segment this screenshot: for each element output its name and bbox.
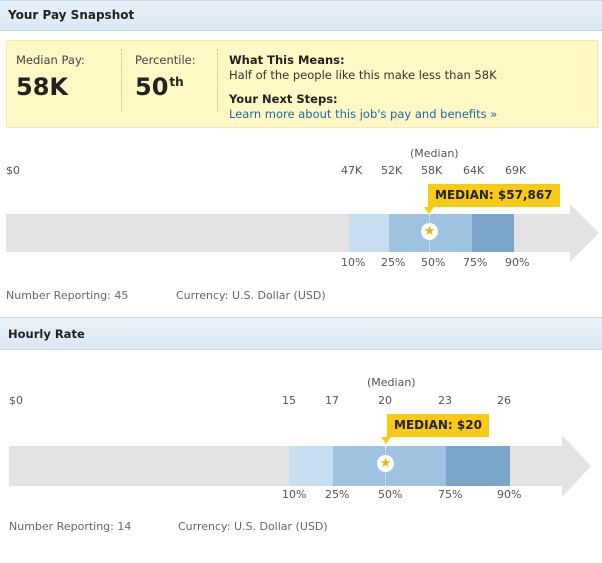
median-star-icon: ★ [377, 455, 394, 472]
range-value-p75: 23 [438, 394, 452, 407]
pay-snapshot-title: Your Pay Snapshot [8, 8, 135, 22]
hourly-rate-header: Hourly Rate [0, 317, 602, 350]
percentile-tick-75: 75% [438, 488, 463, 501]
number-reporting: Number Reporting: 45 [6, 289, 129, 302]
median-pay-label: Median Pay: [16, 53, 85, 67]
band-p75-p90 [446, 446, 510, 486]
median-callout-pointer [381, 437, 391, 444]
percentile-tick-75: 75% [463, 256, 488, 269]
range-value-p50: 20 [378, 394, 392, 407]
percentile-tick-25: 25% [381, 256, 406, 269]
percentile-tick-90: 90% [505, 256, 530, 269]
range-bar-arrowhead [562, 435, 591, 497]
pay-snapshot-summary: Median Pay: 58K Percentile: 50th What Th… [6, 40, 598, 128]
number-reporting: Number Reporting: 14 [9, 520, 132, 533]
range-value-p90: 69K [505, 164, 527, 177]
range-value-p90: 26 [497, 394, 511, 407]
percentile-tick-10: 10% [341, 256, 366, 269]
currency-label: Currency: U.S. Dollar (USD) [176, 289, 326, 302]
median-callout: MEDIAN: $20 [387, 414, 489, 437]
axis-zero-label: $0 [9, 394, 23, 407]
learn-more-link[interactable]: Learn more about this job's pay and bene… [229, 107, 497, 121]
median-star-icon: ★ [421, 223, 438, 240]
percentile-tick-50: 50% [378, 488, 403, 501]
percentile-tick-10: 10% [282, 488, 307, 501]
summary-divider [121, 49, 122, 111]
summary-divider [217, 49, 218, 111]
percentile-label: Percentile: [135, 53, 196, 67]
range-value-p10: 47K [341, 164, 363, 177]
band-p75-p90 [472, 214, 514, 252]
median-callout-pointer [424, 207, 434, 214]
what-this-means-title: What This Means: [229, 53, 345, 67]
band-p10-p25 [349, 214, 389, 252]
next-steps-title: Your Next Steps: [229, 92, 338, 106]
what-this-means-text: Half of the people like this make less t… [229, 68, 497, 82]
median-caption: (Median) [367, 376, 416, 389]
percentile-tick-90: 90% [497, 488, 522, 501]
percentile-tick-25: 25% [325, 488, 350, 501]
axis-zero-label: $0 [6, 164, 20, 177]
range-value-p50: 58K [421, 164, 443, 177]
median-callout: MEDIAN: $57,867 [428, 184, 560, 207]
pay-snapshot-header: Your Pay Snapshot [0, 0, 602, 31]
band-p10-p25 [289, 446, 333, 486]
range-bar-arrowhead [570, 204, 599, 262]
median-pay-value: 58K [16, 73, 68, 101]
hourly-rate-title: Hourly Rate [8, 327, 85, 341]
median-caption: (Median) [410, 147, 459, 160]
currency-label: Currency: U.S. Dollar (USD) [178, 520, 328, 533]
percentile-value: 50th [135, 73, 184, 101]
range-value-p25: 17 [325, 394, 339, 407]
percentile-tick-50: 50% [421, 256, 446, 269]
range-value-p10: 15 [282, 394, 296, 407]
percentile-suffix: th [169, 75, 184, 89]
range-value-p75: 64K [463, 164, 485, 177]
range-value-p25: 52K [381, 164, 403, 177]
